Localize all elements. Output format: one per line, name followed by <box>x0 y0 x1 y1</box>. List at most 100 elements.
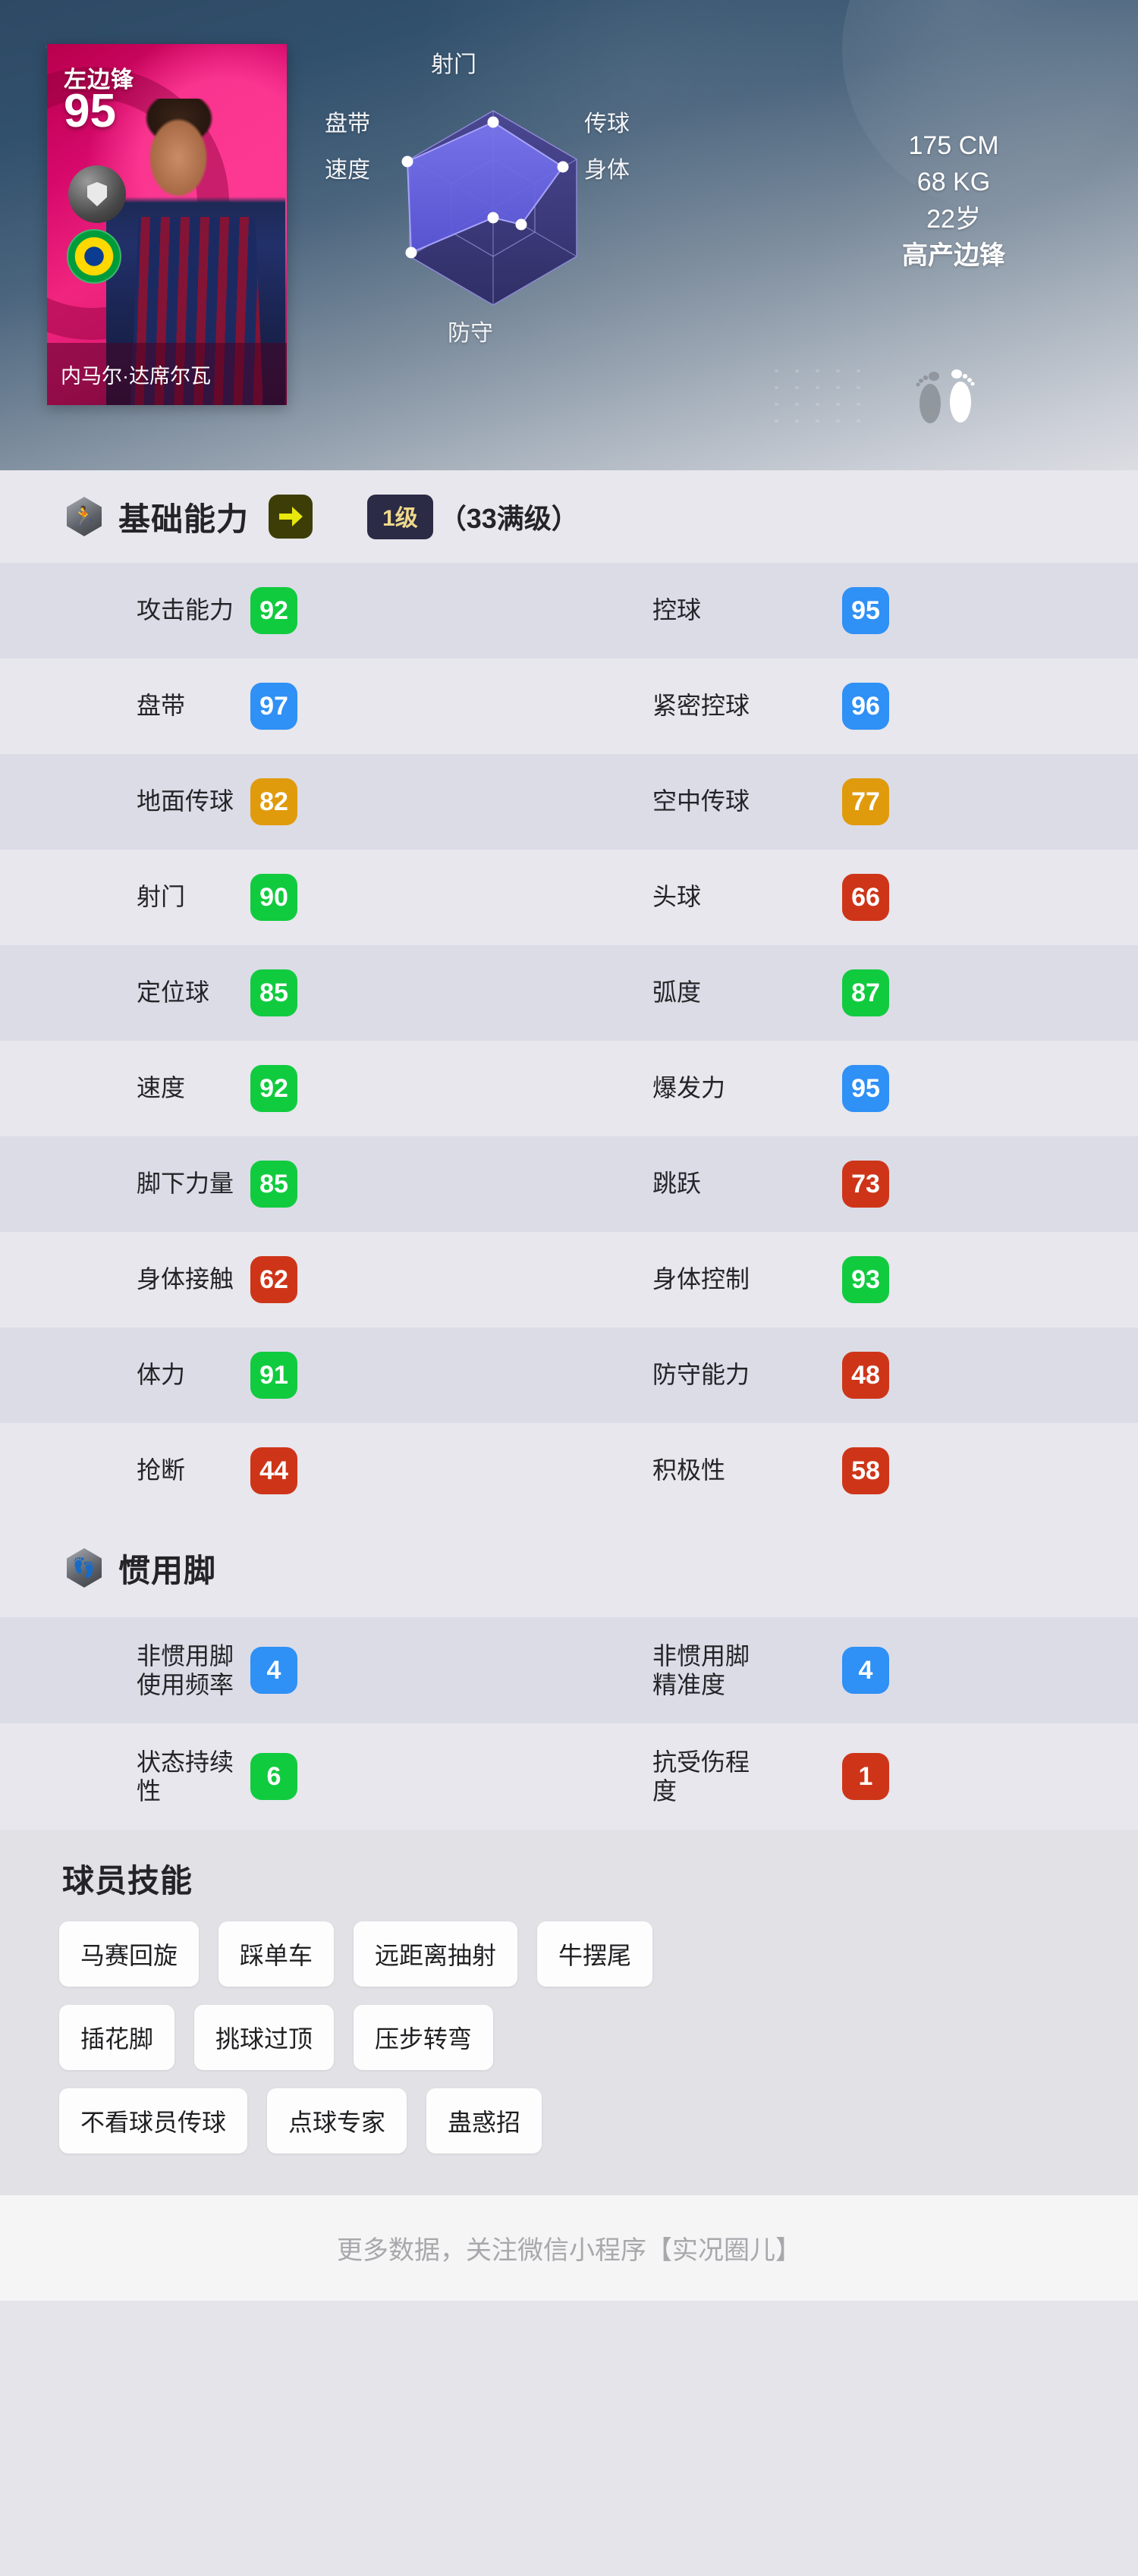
stat-value-badge: 4 <box>250 1647 297 1694</box>
stat-value-badge: 66 <box>842 874 889 921</box>
footer-bar: 更多数据，关注微信小程序【实况圈儿】 <box>0 2194 1138 2301</box>
stat-cell: 非惯用脚 精准度 4 <box>569 1641 1138 1700</box>
stat-label: 抢断 <box>137 1456 186 1484</box>
footprint-hex-icon: 👣 <box>67 1548 102 1588</box>
skill-row: 马赛回旋 踩单车 远距离抽射 牛摆尾 <box>59 1921 1138 1987</box>
stat-value-badge: 91 <box>250 1352 297 1399</box>
stat-value-badge: 87 <box>842 969 889 1016</box>
stat-value-badge: 6 <box>250 1753 297 1800</box>
stat-cell: 跳跃 73 <box>569 1161 1138 1208</box>
player-height-value: 175 CM <box>908 131 999 160</box>
stat-cell: 控球 95 <box>569 587 1138 634</box>
skill-chip[interactable]: 远距离抽射 <box>354 1921 518 1987</box>
stat-cell: 防守能力 48 <box>569 1352 1138 1399</box>
stat-label: 攻击能力 <box>137 596 234 624</box>
stat-value-badge: 44 <box>250 1447 297 1494</box>
stat-value-badge: 1 <box>842 1753 889 1800</box>
skill-chip[interactable]: 插花脚 <box>59 2005 175 2070</box>
skill-chip[interactable]: 点球专家 <box>267 2088 407 2153</box>
stat-cell: 爆发力 95 <box>569 1065 1138 1112</box>
stat-label: 爆发力 <box>652 1074 726 1102</box>
player-role-label: 高产边锋 <box>902 240 1005 270</box>
stat-value-badge: 82 <box>250 778 297 825</box>
player-physical-info: 175 CM 68 KG 22岁 高产边锋 <box>828 127 1079 274</box>
brazil-flag-icon <box>67 229 121 284</box>
stat-value-badge: 93 <box>842 1256 889 1303</box>
preferred-foot-header: 👣 惯用脚 <box>0 1519 1138 1617</box>
radar-label-dribbling: 盘带 <box>325 112 370 137</box>
stat-value-badge: 90 <box>250 874 297 921</box>
player-skills-list: 马赛回旋 踩单车 远距离抽射 牛摆尾 插花脚 挑球过顶 压步转弯 不看球员传球 点球专家 蛊惑招 <box>0 1921 1138 2153</box>
table-row: 地面传球 82 空中传球 77 <box>0 754 1138 850</box>
table-row: 速度 92 爆发力 95 <box>0 1041 1138 1136</box>
hero-dot-grid-decoration <box>766 363 865 431</box>
stat-label: 弧度 <box>652 979 702 1007</box>
shield-icon <box>87 182 107 206</box>
stat-label: 脚下力量 <box>137 1170 234 1198</box>
stat-label: 积极性 <box>652 1456 726 1484</box>
arrow-right-button[interactable] <box>269 495 313 539</box>
preferred-foot-title: 惯用脚 <box>118 1552 217 1588</box>
table-row: 射门 90 头球 66 <box>0 850 1138 945</box>
stat-cell: 头球 66 <box>569 874 1138 921</box>
stat-label: 状态持续性 <box>137 1748 234 1805</box>
stat-cell: 抗受伤程度 1 <box>569 1748 1138 1806</box>
player-run-hex-icon: 🏃 <box>67 497 102 536</box>
skill-chip[interactable]: 马赛回旋 <box>59 1921 200 1987</box>
skill-chip[interactable]: 不看球员传球 <box>59 2088 248 2153</box>
stat-cell: 非惯用脚 使用频率 4 <box>0 1641 569 1700</box>
stat-value-badge: 96 <box>842 683 889 730</box>
stat-label: 防守能力 <box>652 1361 750 1389</box>
table-row: 脚下力量 85 跳跃 73 <box>0 1136 1138 1232</box>
skill-chip[interactable]: 牛摆尾 <box>537 1921 653 1987</box>
radar-label-defending: 防守 <box>448 321 493 346</box>
player-name-label: 内马尔·达席尔瓦 <box>61 364 211 388</box>
stat-cell: 射门 90 <box>0 874 569 921</box>
stat-cell: 积极性 58 <box>569 1447 1138 1494</box>
stat-label: 控球 <box>652 596 702 624</box>
table-row: 定位球 85 弧度 87 <box>0 945 1138 1041</box>
skill-chip[interactable]: 踩单车 <box>218 1921 335 1987</box>
stat-label: 身体控制 <box>652 1265 750 1293</box>
stat-cell: 弧度 87 <box>569 969 1138 1016</box>
stat-label: 盘带 <box>137 692 186 720</box>
stat-cell: 体力 91 <box>0 1352 569 1399</box>
skill-chip[interactable]: 压步转弯 <box>354 2005 494 2070</box>
stat-value-badge: 58 <box>842 1447 889 1494</box>
skill-chip[interactable]: 蛊惑招 <box>426 2088 542 2153</box>
level-max-label: （33满级） <box>439 503 579 534</box>
stat-value-badge: 4 <box>842 1647 889 1694</box>
stat-cell: 空中传球 77 <box>569 778 1138 825</box>
player-name-bar: 内马尔·达席尔瓦 <box>47 343 287 405</box>
club-emblem-icon <box>68 165 126 223</box>
player-rating-value: 95 <box>64 85 116 137</box>
stat-label: 速度 <box>137 1074 186 1102</box>
basic-ability-table: 攻击能力 92 控球 95 盘带 97 紧密控球 96 地面传球 82 空中传球 77 射门 90 头球 66… <box>0 563 1138 1519</box>
preferred-foot-icon <box>903 364 994 432</box>
player-card[interactable]: 左边锋 95 内马尔·达席尔瓦 <box>47 44 287 405</box>
skill-row: 不看球员传球 点球专家 蛊惑招 <box>59 2088 1138 2153</box>
stat-value-badge: 85 <box>250 969 297 1016</box>
stat-label: 非惯用脚 精准度 <box>652 1641 750 1698</box>
level-badge: 1级 <box>367 494 433 539</box>
stat-cell: 脚下力量 85 <box>0 1161 569 1208</box>
player-weight-value: 68 KG <box>916 168 991 197</box>
player-skills-title: 球员技能 <box>62 1863 193 1899</box>
ability-radar-chart: 射门 传球 身体 防守 速度 盘带 <box>325 33 652 397</box>
stat-label: 定位球 <box>137 979 210 1007</box>
preferred-foot-table: 非惯用脚 使用频率 4 非惯用脚 精准度 4 状态持续性 6 抗受伤程度 1 <box>0 1617 1138 1830</box>
stat-value-badge: 62 <box>250 1256 297 1303</box>
table-row: 体力 91 防守能力 48 <box>0 1327 1138 1423</box>
stat-cell: 盘带 97 <box>0 683 569 730</box>
stat-value-badge: 95 <box>842 1065 889 1112</box>
basic-ability-header: 🏃 基础能力 1级 （33满级） <box>0 470 1138 563</box>
runner-glyph-icon: 🏃 <box>72 505 96 527</box>
stat-cell: 地面传球 82 <box>0 778 569 825</box>
stat-value-badge: 92 <box>250 587 297 634</box>
stat-cell: 抢断 44 <box>0 1447 569 1494</box>
stat-label: 抗受伤程度 <box>652 1748 750 1805</box>
stat-value-badge: 95 <box>842 587 889 634</box>
stat-cell: 身体接触 62 <box>0 1256 569 1303</box>
skill-chip[interactable]: 挑球过顶 <box>194 2005 335 2070</box>
stat-cell: 定位球 85 <box>0 969 569 1016</box>
